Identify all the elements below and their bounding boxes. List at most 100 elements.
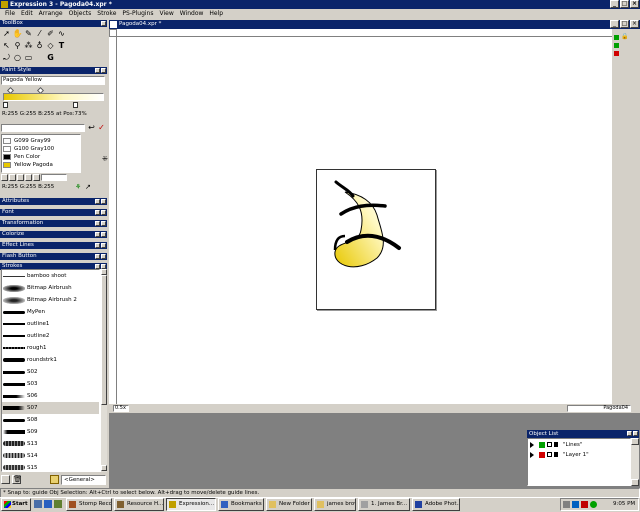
blend-tool-icon[interactable]: ◇ [45, 40, 56, 51]
tray-icon[interactable] [572, 501, 579, 508]
taskbar-button[interactable]: Expression... [166, 498, 216, 511]
rotate-tool-icon[interactable]: ⤾ [1, 52, 12, 63]
folder-icon[interactable] [50, 475, 59, 484]
layer-color-icon[interactable] [614, 35, 619, 40]
text-path-tool-icon[interactable]: ∿ [56, 28, 67, 39]
ruler-origin[interactable] [109, 29, 117, 37]
color-list-item[interactable]: G100 Gray100 [2, 145, 80, 153]
horizontal-ruler[interactable] [117, 29, 612, 37]
panel-close-icon[interactable] [101, 253, 106, 259]
arrow-tool-icon[interactable]: ➚ [1, 28, 12, 39]
strokes-scrollbar[interactable] [100, 269, 107, 472]
gradient-stop-icon[interactable] [73, 102, 78, 108]
panel-menu-icon[interactable] [95, 242, 100, 248]
menu-help[interactable]: Help [206, 9, 226, 19]
doc-close-button[interactable]: × [630, 20, 639, 28]
tray-icon[interactable] [581, 501, 588, 508]
taskbar-button[interactable]: Stomp Reco... [66, 498, 112, 511]
layer-color-icon[interactable] [614, 51, 619, 56]
panel-menu-icon[interactable] [95, 209, 100, 215]
rectangle-tool-icon[interactable]: ▭ [23, 52, 34, 63]
stroke-list-item[interactable]: outline2 [2, 330, 99, 342]
scroll-down-icon[interactable] [631, 479, 639, 486]
scroll-thumb[interactable] [101, 275, 107, 405]
eyedropper-tool-icon[interactable]: ✐ [45, 28, 56, 39]
stroke-list-item[interactable]: rough1 [2, 342, 99, 354]
color-tint-slider[interactable] [41, 174, 67, 181]
expand-arrow-icon[interactable] [530, 452, 534, 458]
menu-stroke[interactable]: Stroke [94, 9, 119, 19]
panel-close-icon[interactable] [101, 68, 106, 73]
panel-header-colorize[interactable]: Colorize [0, 230, 107, 238]
stroke-category-dropdown[interactable]: <General> [61, 475, 106, 485]
stroke-list-item[interactable]: S07 [2, 402, 99, 414]
panel-close-icon[interactable] [633, 431, 638, 436]
zoom-tool-icon[interactable]: ⚲ [12, 40, 23, 51]
panel-menu-icon[interactable] [95, 253, 100, 259]
panel-menu-icon[interactable] [95, 231, 100, 237]
object-list-item[interactable]: "Lines" [528, 440, 630, 450]
new-stroke-icon[interactable] [1, 475, 10, 484]
stroke-list-item[interactable]: MyPen [2, 306, 99, 318]
taskbar-button[interactable]: Resource H... [114, 498, 164, 511]
gradient-bar[interactable] [3, 93, 104, 101]
taskbar-button[interactable]: Bookmarks ... [218, 498, 264, 511]
menu-view[interactable]: View [156, 9, 176, 19]
undo-icon[interactable]: ↩ [87, 123, 96, 132]
bezier-tool-icon[interactable]: ♁ [34, 40, 45, 51]
layer-lock-icon[interactable]: 🔒 [621, 33, 628, 40]
panel-close-icon[interactable] [101, 199, 106, 204]
paint-style-name-field[interactable]: Pagoda Yellow [1, 76, 105, 85]
delete-color-icon[interactable] [17, 174, 24, 181]
expand-arrow-icon[interactable] [530, 442, 534, 448]
sort-icon[interactable]: ⁜ [102, 155, 108, 163]
panel-header-attributes[interactable]: Attributes [0, 198, 107, 205]
layer-lock-icon[interactable] [554, 442, 558, 447]
color-list-item[interactable]: G099 Gray99 [2, 137, 80, 145]
menu-arrange[interactable]: Arrange [36, 9, 66, 19]
stroke-list-item[interactable]: S09 [2, 426, 99, 438]
stroke-list-item[interactable]: S06 [2, 390, 99, 402]
menu-edit[interactable]: Edit [18, 9, 36, 19]
color-option-icon[interactable] [25, 174, 32, 181]
duplicate-color-icon[interactable] [9, 174, 16, 181]
menu-objects[interactable]: Objects [66, 9, 95, 19]
stroke-swap-icon[interactable]: ↗ [85, 183, 91, 191]
panel-close-icon[interactable] [101, 220, 106, 226]
taskbar-button[interactable]: james brown [314, 498, 356, 511]
stroke-list-item[interactable]: roundstrk1 [2, 354, 99, 366]
color-slider[interactable] [1, 124, 85, 132]
panel-menu-icon[interactable] [95, 199, 100, 204]
scroll-down-icon[interactable] [101, 465, 107, 471]
object-list-item[interactable]: "Layer 1" [528, 450, 630, 460]
doc-minimize-button[interactable]: _ [610, 20, 619, 28]
stroke-list-item[interactable]: Bitmap Airbrush 2 [2, 294, 99, 306]
stroke-list-item[interactable]: S02 [2, 366, 99, 378]
brush-tool-icon[interactable]: ⁄ [34, 28, 45, 39]
panel-header-transformation[interactable]: Transformation [0, 219, 107, 227]
object-list-scrollbar[interactable] [631, 438, 639, 486]
ellipse-tool-icon[interactable]: ○ [12, 52, 23, 63]
layer-visibility-icon[interactable] [547, 442, 552, 447]
color-list-item[interactable]: Yellow Pagoda [2, 161, 80, 169]
scroll-up-icon[interactable] [631, 438, 639, 445]
panel-close-icon[interactable] [101, 209, 106, 215]
pen-tool-icon[interactable]: ✎ [23, 28, 34, 39]
color-option-icon[interactable] [33, 174, 40, 181]
panel-menu-icon[interactable] [627, 431, 632, 436]
panel-header-flash-button[interactable]: Flash Button [0, 252, 107, 260]
stroke-list-item[interactable]: S14 [2, 450, 99, 462]
pagoda-artwork[interactable] [317, 170, 437, 311]
vertical-ruler[interactable] [109, 37, 117, 404]
taskbar-button[interactable]: 1. James Br... [358, 498, 410, 511]
apply-check-icon[interactable]: ✓ [97, 123, 106, 132]
panel-close-icon[interactable] [101, 231, 106, 237]
tray-icon[interactable] [563, 501, 570, 508]
gradient-stop-icon[interactable] [3, 102, 8, 108]
minimize-button[interactable]: _ [610, 0, 619, 8]
artboard-page[interactable] [316, 169, 436, 310]
close-button[interactable]: × [630, 0, 639, 8]
panel-header-effect-lines[interactable]: Effect Lines [0, 241, 107, 249]
taskbar-button[interactable]: Adobe Phot... [412, 498, 460, 511]
stroke-list-item[interactable]: S13 [2, 438, 99, 450]
